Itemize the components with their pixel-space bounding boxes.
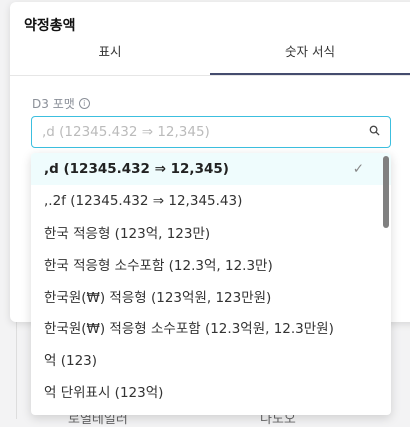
format-option[interactable]: 억 (123) (31, 343, 391, 375)
background-divider (16, 320, 17, 419)
format-option[interactable]: 억 단위표시 (123억) (31, 375, 391, 407)
info-icon[interactable]: i (78, 98, 90, 109)
format-option[interactable]: 한국 적응형 소수포함 (12.3억, 12.3만) (31, 248, 391, 280)
format-option[interactable]: 한국원(₩) 적응형 소수포함 (12.3억원, 12.3만원) (31, 311, 391, 343)
d3-format-label: D3 포맷 i (32, 95, 90, 112)
format-options-dropdown: ,d (12345.432 ⇒ 12,345) ✓ ,.2f (12345.43… (31, 153, 391, 415)
d3-format-label-text: D3 포맷 (32, 97, 75, 111)
popover-title: 약정총액 (24, 18, 76, 34)
check-icon: ✓ (352, 160, 364, 177)
format-option[interactable]: ,.2f (12345.432 ⇒ 12,345.43) (31, 185, 391, 217)
format-option[interactable]: 한국원(₩) 적응형 (123억원, 123만원) (31, 280, 391, 312)
tab-bar: 표시 숫자 서식 (10, 38, 410, 76)
d3-format-input[interactable] (42, 124, 369, 140)
option-label: ,d (12345.432 ⇒ 12,345) (44, 160, 229, 177)
format-option-selected[interactable]: ,d (12345.432 ⇒ 12,345) ✓ (31, 153, 391, 185)
format-option[interactable]: 한국 적응형 (123억, 123만) (31, 216, 391, 248)
scrollbar[interactable] (383, 156, 389, 228)
tab-number-format[interactable]: 숫자 서식 (210, 38, 410, 75)
d3-format-search[interactable] (31, 116, 391, 148)
tab-display[interactable]: 표시 (10, 38, 210, 75)
search-icon (369, 125, 380, 139)
